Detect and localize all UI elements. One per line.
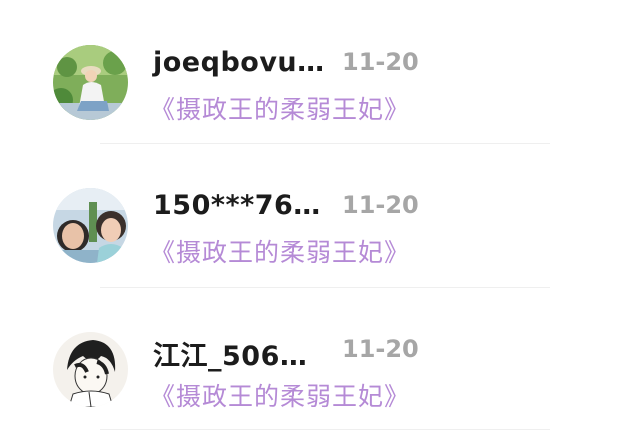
avatar-photo-two-girls-icon <box>53 188 128 263</box>
avatar[interactable] <box>53 188 128 263</box>
divider <box>100 143 550 144</box>
list-item[interactable]: 江江_506… 11-20 《摄政王的柔弱王妃》 <box>0 332 640 432</box>
divider <box>100 287 550 288</box>
avatar-anime-sketch-icon <box>53 332 128 407</box>
comment-date: 11-20 <box>342 48 419 76</box>
list-item[interactable]: joeqbovu… 11-20 《摄政王的柔弱王妃》 <box>0 45 640 145</box>
book-title-link[interactable]: 《摄政王的柔弱王妃》 <box>150 233 410 269</box>
list-item[interactable]: 150***76… 11-20 《摄政王的柔弱王妃》 <box>0 188 640 288</box>
avatar-photo-girl-in-garden-icon <box>53 45 128 120</box>
username[interactable]: 江江_506… <box>153 334 307 373</box>
book-title-link[interactable]: 《摄政王的柔弱王妃》 <box>150 377 410 413</box>
username[interactable]: joeqbovu… <box>153 47 325 78</box>
avatar[interactable] <box>53 332 128 407</box>
avatar[interactable] <box>53 45 128 120</box>
comment-date: 11-20 <box>342 335 419 363</box>
username[interactable]: 150***76… <box>153 190 321 221</box>
divider <box>100 429 550 430</box>
comment-date: 11-20 <box>342 191 419 219</box>
comment-list: joeqbovu… 11-20 《摄政王的柔弱王妃》 150***76… 11-… <box>0 0 640 433</box>
book-title-link[interactable]: 《摄政王的柔弱王妃》 <box>150 90 410 126</box>
